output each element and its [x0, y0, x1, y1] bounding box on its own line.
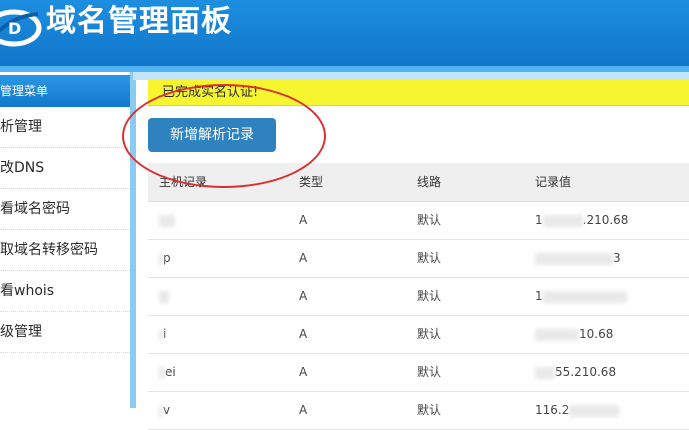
- cell-line: 默认: [417, 213, 442, 227]
- content-left-border: [130, 72, 136, 408]
- cell-line: 默认: [417, 365, 442, 379]
- table-row[interactable]: v A 默认 116.2: [148, 392, 689, 430]
- cell-type: A: [299, 251, 308, 265]
- sidebar-item-modify-dns[interactable]: 改DNS: [0, 148, 130, 189]
- cell-value: 3: [523, 240, 689, 277]
- cell-host: p: [148, 240, 287, 277]
- table-row[interactable]: A 默认 1.210.68: [148, 202, 689, 240]
- cell-host: [148, 202, 287, 239]
- cell-value: 1.210.68: [535, 213, 629, 227]
- cell-line: 默认: [417, 289, 442, 303]
- table-header: 主机记录 类型 线路 记录值: [148, 163, 689, 202]
- sidebar-item-whois[interactable]: 看whois: [0, 271, 130, 312]
- table-row[interactable]: p A 默认 3: [148, 240, 689, 278]
- cell-type: A: [299, 213, 308, 227]
- sidebar-item-transfer-code[interactable]: 取域名转移密码: [0, 230, 130, 271]
- cell-type: A: [299, 403, 308, 417]
- table-row[interactable]: i A 默认 10.68: [148, 316, 689, 354]
- sidebar-item-view-password[interactable]: 看域名密码: [0, 189, 130, 230]
- cell-type: A: [299, 327, 308, 341]
- content-top-band: [133, 72, 689, 80]
- cell-line: 默认: [417, 327, 442, 341]
- table-row[interactable]: A 默认 1: [148, 278, 689, 316]
- cell-line: 默认: [417, 251, 442, 265]
- header-host: 主机记录: [159, 175, 208, 189]
- cell-line: 默认: [417, 403, 442, 417]
- cell-value: 55.210.68: [523, 354, 689, 391]
- dns-records-table: 主机记录 类型 线路 记录值 A 默认 1.210.68 p A 默认 3 A …: [148, 163, 689, 430]
- cell-type: A: [299, 289, 308, 303]
- top-header: D 域名管理面板: [0, 0, 689, 72]
- sidebar-menu: 管理菜单 析管理 改DNS 看域名密码 取域名转移密码 看whois 级管理: [0, 72, 133, 408]
- sidebar-title: 管理菜单: [0, 75, 130, 107]
- cell-value: 116.2: [523, 392, 689, 429]
- cell-type: A: [299, 365, 308, 379]
- sidebar-item-dns-records[interactable]: 析管理: [0, 107, 130, 148]
- page-title: 域名管理面板: [46, 4, 232, 39]
- verification-notice: 已完成实名认证!: [148, 80, 689, 106]
- cell-value: 10.68: [523, 316, 689, 353]
- cell-value: 1: [523, 278, 689, 315]
- header-type: 类型: [299, 175, 324, 189]
- cell-host: ei: [148, 354, 287, 391]
- cell-host: [148, 278, 287, 315]
- table-row[interactable]: ei A 默认 55.210.68: [148, 354, 689, 392]
- sidebar-item-subdomain[interactable]: 级管理: [0, 312, 130, 353]
- logo-icon: D: [0, 9, 42, 47]
- header-line: 线路: [417, 175, 442, 189]
- add-record-button[interactable]: 新增解析记录: [148, 118, 276, 152]
- header-value: 记录值: [535, 175, 572, 189]
- svg-text:D: D: [8, 19, 21, 38]
- cell-host: v: [148, 392, 287, 429]
- cell-host: i: [148, 316, 287, 353]
